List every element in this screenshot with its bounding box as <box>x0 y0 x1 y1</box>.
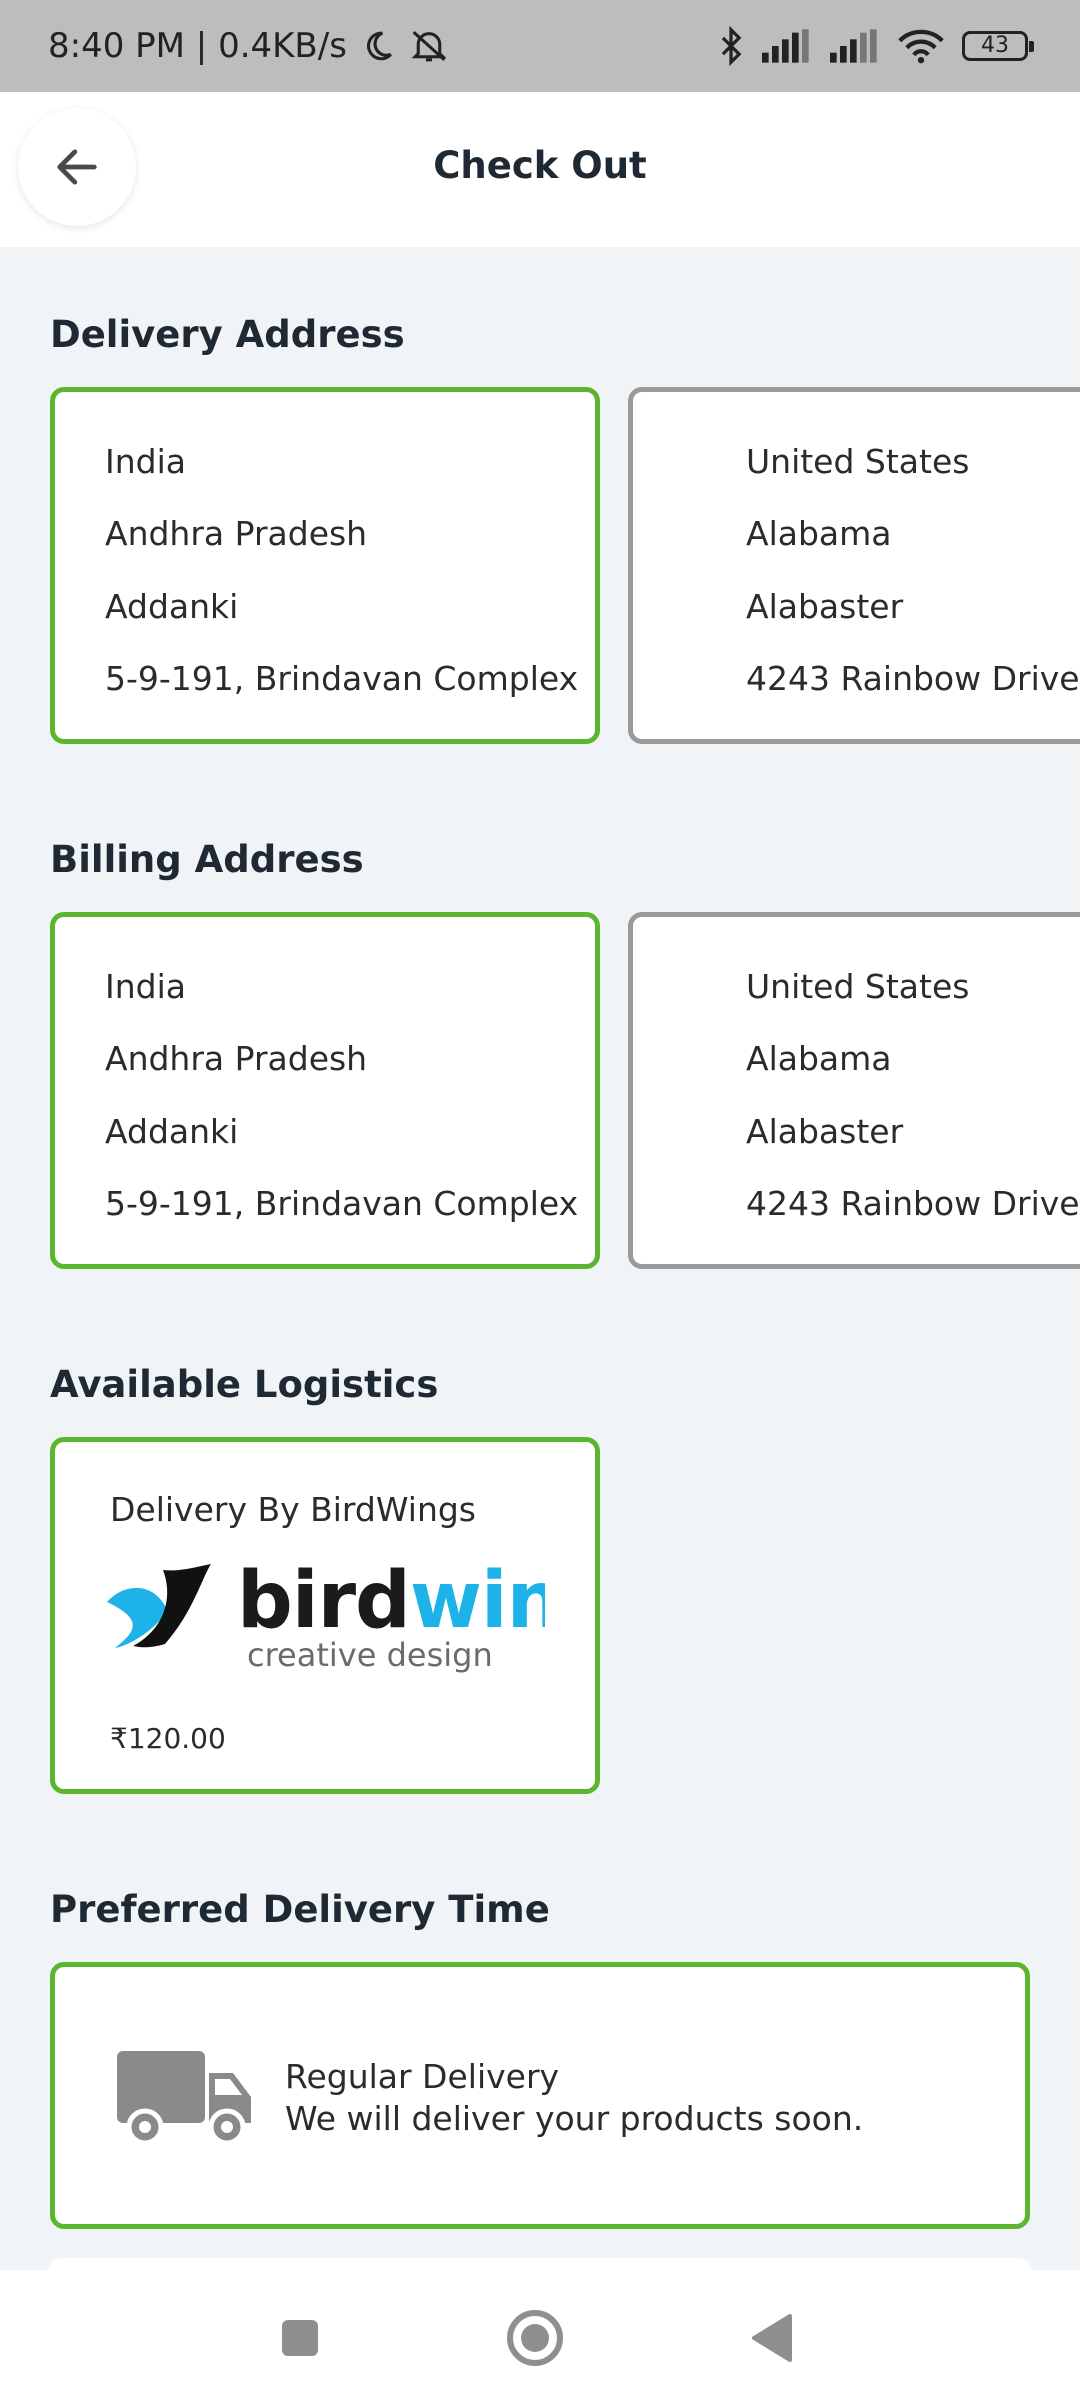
logo-wordmark: birdwings <box>237 1562 545 1646</box>
logistics-option-card[interactable]: Delivery By BirdWings birdwings creative… <box>50 1437 600 1794</box>
address-country: United States <box>746 967 970 1006</box>
birdwings-logo: birdwings creative design <box>105 1562 545 1682</box>
recents-button[interactable] <box>268 2306 332 2370</box>
address-state: Andhra Pradesh <box>105 1039 368 1078</box>
wifi-icon <box>898 28 944 64</box>
status-left: 8:40 PM | 0.4KB/s <box>48 26 449 66</box>
address-city: Addanki <box>105 1112 239 1151</box>
address-state: Andhra Pradesh <box>105 514 368 553</box>
address-street: 5-9-191, Brindavan Complex <box>105 659 579 698</box>
address-street: 4243 Rainbow Drive <box>746 659 1080 698</box>
delivery-option-name: Regular Delivery <box>285 2057 560 2096</box>
moon-icon <box>361 29 395 63</box>
address-state: Alabama <box>746 1039 892 1078</box>
delivery-option-description: We will deliver your products soon. <box>285 2099 864 2138</box>
address-country: India <box>105 442 186 481</box>
billing-address-card-1[interactable]: India Andhra Pradesh Addanki 5-9-191, Br… <box>50 912 600 1269</box>
back-nav-button[interactable] <box>740 2306 804 2370</box>
home-button[interactable] <box>503 2306 567 2370</box>
truck-icon <box>117 2051 251 2146</box>
address-country: India <box>105 967 186 1006</box>
back-icon <box>752 2314 792 2362</box>
status-right: 43 <box>718 26 1034 66</box>
delivery-address-card-2[interactable]: United States Alabama Alabaster 4243 Rai… <box>628 387 1080 744</box>
signal-icon <box>830 29 880 63</box>
logo-tagline: creative design <box>247 1636 493 1674</box>
bird-logo-icon <box>107 1564 211 1648</box>
page-title: Check Out <box>433 144 647 187</box>
status-bar: 8:40 PM | 0.4KB/s 43 <box>0 0 1080 92</box>
address-state: Alabama <box>746 514 892 553</box>
delivery-address-card-1[interactable]: India Andhra Pradesh Addanki 5-9-191, Br… <box>50 387 600 744</box>
logistics-option-name: Delivery By BirdWings <box>110 1490 476 1529</box>
delivery-time-title: Preferred Delivery Time <box>50 1888 550 1931</box>
delivery-address-title: Delivery Address <box>50 313 405 356</box>
address-city: Alabaster <box>746 1112 904 1151</box>
bluetooth-icon <box>718 26 744 66</box>
logistics-title: Available Logistics <box>50 1363 439 1406</box>
system-nav-bar <box>0 2270 1080 2400</box>
delivery-time-option-card[interactable]: Regular Delivery We will deliver your pr… <box>50 1962 1030 2229</box>
app-header: Check Out <box>0 92 1080 247</box>
logistics-price: ₹120.00 <box>110 1722 226 1755</box>
signal-icon <box>762 29 812 63</box>
address-street: 4243 Rainbow Drive <box>746 1184 1080 1223</box>
address-country: United States <box>746 442 970 481</box>
mute-icon <box>409 27 449 65</box>
status-time: 8:40 PM | 0.4KB/s <box>48 26 347 66</box>
address-city: Alabaster <box>746 587 904 626</box>
battery-icon: 43 <box>962 31 1034 61</box>
address-street: 5-9-191, Brindavan Complex <box>105 1184 579 1223</box>
billing-address-title: Billing Address <box>50 838 364 881</box>
address-city: Addanki <box>105 587 239 626</box>
home-icon <box>507 2310 563 2366</box>
billing-address-card-2[interactable]: United States Alabama Alabaster 4243 Rai… <box>628 912 1080 1269</box>
recents-icon <box>282 2320 318 2356</box>
